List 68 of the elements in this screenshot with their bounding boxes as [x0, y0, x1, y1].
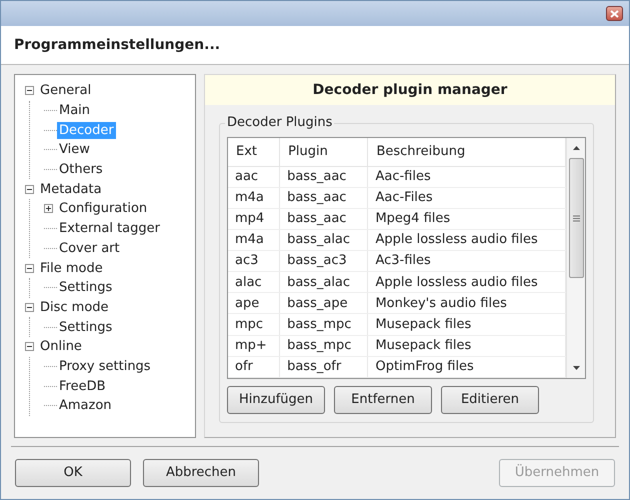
collapse-icon[interactable] [25, 264, 34, 273]
tree-item[interactable]: Online [38, 338, 84, 356]
tree-item[interactable]: Main [57, 102, 92, 120]
table-cell: Apple lossless audio files [368, 272, 566, 293]
collapse-icon[interactable] [25, 86, 34, 96]
table-cell: ac3 [228, 250, 280, 272]
table-cell: bass_mpc [280, 335, 368, 356]
collapse-icon[interactable] [25, 184, 34, 194]
column-header[interactable]: Plugin [280, 138, 368, 166]
tree-item[interactable]: Settings [57, 318, 114, 336]
tree-item[interactable]: View [57, 141, 92, 158]
table-cell: mp+ [228, 335, 280, 356]
column-header[interactable]: Beschreibung [368, 138, 566, 166]
action-button[interactable]: Hinzufügen [227, 386, 325, 414]
close-icon [610, 10, 619, 18]
column-header[interactable]: Ext [228, 138, 280, 166]
close-button[interactable] [606, 6, 623, 21]
action-button[interactable]: Editieren [441, 386, 539, 414]
grip-icon [572, 214, 580, 222]
panel-title: Decoder plugin manager [312, 80, 508, 100]
table-cell: m4a [228, 187, 280, 208]
tree-item[interactable]: File mode [38, 260, 105, 277]
table-cell: ape [228, 292, 280, 314]
group-title: Decoder Plugins [225, 114, 334, 132]
dialog-button[interactable]: Abbrechen [143, 459, 259, 487]
table-cell: mp4 [228, 208, 280, 230]
table-cell: aac [228, 166, 280, 188]
table-cell: Ac3-files [368, 250, 566, 272]
table-cell: bass_mpc [280, 314, 368, 336]
table-cell: Monkey's audio files [368, 292, 566, 314]
tree-item[interactable]: Proxy settings [57, 358, 153, 375]
dialog-button[interactable]: OK [15, 459, 131, 487]
table-cell: Musepack files [368, 335, 566, 356]
table-cell: bass_aac [280, 208, 368, 230]
collapse-icon[interactable] [25, 302, 34, 312]
table-cell: bass_alac [280, 229, 368, 251]
expand-icon[interactable] [44, 204, 53, 214]
collapse-icon[interactable] [25, 342, 34, 352]
tree-item[interactable]: Disc mode [38, 298, 111, 316]
tree-item[interactable]: External tagger [57, 220, 162, 238]
table-cell: m4a [228, 229, 280, 251]
tree-item[interactable]: Metadata [38, 180, 104, 198]
table-cell: Mpeg4 files [368, 208, 566, 230]
table-cell: bass_alac [280, 272, 368, 293]
table-cell: mpc [228, 314, 280, 336]
scroll-thumb[interactable] [568, 158, 584, 278]
table-cell: bass_ape [280, 292, 368, 314]
tree-item[interactable]: Others [57, 161, 105, 178]
table-cell: bass_aac [280, 166, 368, 188]
tree-item[interactable]: FreeDB [57, 378, 108, 395]
table-cell: alac [228, 272, 280, 293]
table-cell: ofr [228, 356, 280, 378]
table-cell: Aac-files [368, 166, 566, 188]
dialog-heading: Programmeinstellungen... [14, 36, 220, 54]
tree-item[interactable]: Settings [57, 279, 114, 296]
table-cell: Musepack files [368, 314, 566, 336]
tree-item[interactable]: Cover art [57, 240, 122, 257]
tree-item[interactable]: Amazon [57, 397, 114, 414]
table-cell: bass_ofr [280, 356, 368, 378]
table-cell: Aac-Files [368, 187, 566, 208]
table-cell: bass_aac [280, 187, 368, 208]
table-cell: OptimFrog files [368, 356, 566, 378]
scrollbar[interactable] [566, 138, 585, 378]
tree-item[interactable]: General [38, 82, 94, 100]
table-cell: Apple lossless audio files [368, 229, 566, 251]
tree-item[interactable]: Configuration [57, 200, 150, 218]
table-cell: bass_ac3 [280, 250, 368, 272]
action-button[interactable]: Entfernen [334, 386, 432, 414]
